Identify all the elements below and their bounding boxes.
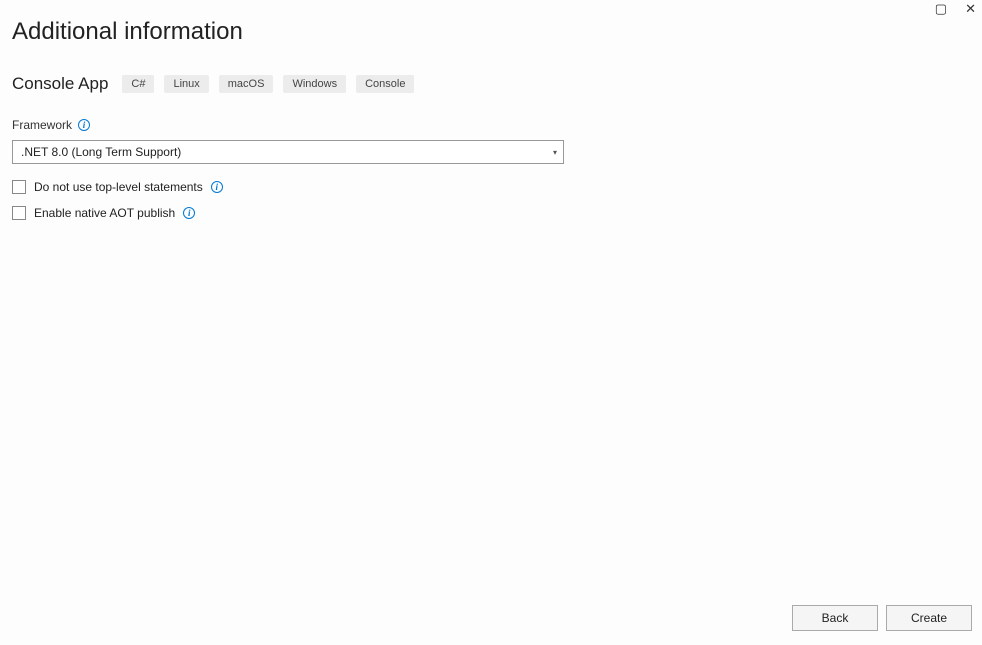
- create-button[interactable]: Create: [886, 605, 972, 631]
- aot-checkbox[interactable]: [12, 206, 26, 220]
- page-title: Additional information: [12, 18, 970, 46]
- info-icon[interactable]: i: [211, 181, 223, 193]
- info-icon[interactable]: i: [183, 207, 195, 219]
- tag-linux: Linux: [164, 75, 208, 93]
- framework-label: Framework: [12, 118, 72, 132]
- maximize-icon[interactable]: ▢: [935, 2, 947, 15]
- chevron-down-icon: ▾: [553, 148, 557, 157]
- main-content: Additional information Console App C# Li…: [0, 0, 982, 220]
- tag-csharp: C#: [122, 75, 154, 93]
- tag-macos: macOS: [219, 75, 274, 93]
- top-level-label: Do not use top-level statements: [34, 180, 203, 194]
- tag-windows: Windows: [283, 75, 346, 93]
- info-icon[interactable]: i: [78, 119, 90, 131]
- tag-console: Console: [356, 75, 414, 93]
- framework-label-row: Framework i: [12, 118, 970, 132]
- footer-buttons: Back Create: [792, 605, 972, 631]
- aot-label: Enable native AOT publish: [34, 206, 175, 220]
- framework-dropdown[interactable]: .NET 8.0 (Long Term Support) ▾: [12, 140, 564, 164]
- project-type-row: Console App C# Linux macOS Windows Conso…: [12, 74, 970, 94]
- top-level-checkbox[interactable]: [12, 180, 26, 194]
- close-icon[interactable]: ✕: [965, 2, 976, 15]
- top-level-statements-row: Do not use top-level statements i: [12, 180, 970, 194]
- back-button[interactable]: Back: [792, 605, 878, 631]
- aot-publish-row: Enable native AOT publish i: [12, 206, 970, 220]
- window-controls: ▢ ✕: [935, 0, 982, 15]
- framework-selected-value: .NET 8.0 (Long Term Support): [21, 145, 181, 159]
- project-type-label: Console App: [12, 74, 108, 94]
